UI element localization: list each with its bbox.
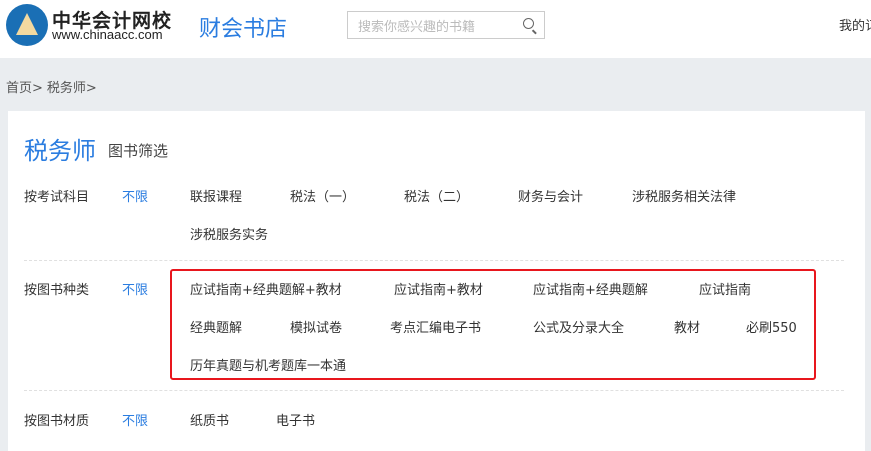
search-icon[interactable] <box>523 18 534 29</box>
search-box <box>347 11 545 40</box>
filter-item[interactable]: 税法（一） <box>290 186 355 205</box>
filter-item[interactable]: 纸质书 <box>190 410 229 429</box>
filter-item[interactable]: 税法（二） <box>404 186 469 205</box>
brand-url[interactable]: www.chinaacc.com <box>52 27 163 42</box>
filter-item[interactable]: 涉税服务相关法律 <box>632 186 736 205</box>
filter-label: 按图书材质 <box>24 414 90 429</box>
filter-item[interactable]: 涉税服务实务 <box>190 224 268 243</box>
page-subtitle: 图书筛选 <box>108 142 169 160</box>
filter-item[interactable]: 电子书 <box>276 410 315 429</box>
filter-item[interactable]: 联报课程 <box>190 186 242 205</box>
filter-all[interactable]: 不限 <box>122 279 148 298</box>
search-input[interactable] <box>348 12 520 40</box>
logo-icon[interactable] <box>6 4 48 46</box>
page-title: 税务师 <box>24 137 96 165</box>
breadcrumb-tax[interactable]: 税务师> <box>47 81 97 96</box>
filter-label: 按考试科目 <box>24 190 90 205</box>
filter-card: 税务师 图书筛选 按考试科目 不限 联报课程 税法（一） 税法（二） 财务与会计… <box>8 111 865 451</box>
breadcrumb-home[interactable]: 首页> <box>6 81 43 96</box>
divider <box>24 260 844 261</box>
breadcrumb: 首页> 税务师> <box>6 77 101 96</box>
header: 中华会计网校 www.chinaacc.com 财会书店 我的订 <box>0 0 871 58</box>
filter-all[interactable]: 不限 <box>122 410 148 429</box>
filter-all[interactable]: 不限 <box>122 186 148 205</box>
filter-item[interactable]: 财务与会计 <box>518 186 583 205</box>
divider <box>24 390 844 391</box>
my-orders-link[interactable]: 我的订 <box>839 15 871 34</box>
store-title[interactable]: 财会书店 <box>199 11 287 43</box>
highlight-box <box>170 269 816 380</box>
filter-label: 按图书种类 <box>24 283 90 298</box>
